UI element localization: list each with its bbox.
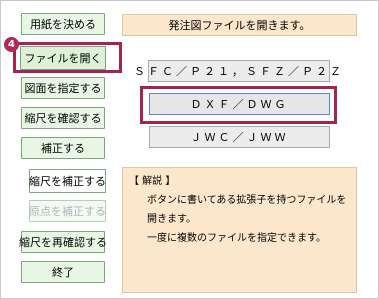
help-line-3: 一度に複数のファイルを指定できます。 [147,233,326,244]
open-file-button[interactable]: ファイルを開く [20,46,106,70]
help-title: 【 解説 】 [129,176,176,187]
format-sfc-p21-button[interactable]: ＳＦＣ／Ｐ２１，ＳＦＺ／Ｐ２Ｚ [134,60,341,82]
open-file-label: ファイルを開く [24,52,102,65]
recheck-scale-button[interactable]: 縮尺を再確認する [19,231,107,253]
instruction-text: 発注図ファイルを開きます。 [168,19,311,32]
check-scale-button[interactable]: 縮尺を確認する [21,107,105,129]
format-dxf-dwg-button[interactable]: ＤＸＦ／ＤＷＧ [149,93,330,115]
correct-origin-label: 原点を補正する [29,205,106,218]
check-scale-label: 縮尺を確認する [24,112,102,125]
help-line-2: 開きます。 [147,214,196,225]
correct-scale-button[interactable]: 縮尺を補正する [29,169,106,193]
set-paper-label: 用紙を決める [30,18,96,31]
step-badge: 4 [4,37,19,52]
help-line-1: ボタンに書いてある拡張子を持つファイルを [147,195,347,206]
correct-scale-label: 縮尺を補正する [29,175,106,188]
instruction-message: 発注図ファイルを開きます。 [122,14,357,36]
finish-button[interactable]: 終了 [21,261,105,283]
correct-origin-button: 原点を補正する [29,200,106,222]
specify-drawing-button[interactable]: 図面を指定する [21,77,105,99]
set-paper-button[interactable]: 用紙を決める [21,13,105,35]
help-panel: 【 解説 】 ボタンに書いてある拡張子を持つファイルを 開きます。 一度に複数の… [122,167,357,293]
format-jwc-jww-button[interactable]: ＪＷＣ／ＪＷＷ [149,126,330,148]
format-dxf-label: ＤＸＦ／ＤＷＧ [190,98,289,111]
finish-label: 終了 [52,266,74,279]
correct-button[interactable]: 補正する [21,137,105,159]
specify-drawing-label: 図面を指定する [24,82,102,95]
format-sfc-label: ＳＦＣ／Ｐ２１，ＳＦＺ／Ｐ２Ｚ [134,65,344,78]
recheck-scale-label: 縮尺を再確認する [19,236,107,249]
format-jwc-label: ＪＷＣ／ＪＷＷ [190,131,289,144]
correct-label: 補正する [41,142,85,155]
